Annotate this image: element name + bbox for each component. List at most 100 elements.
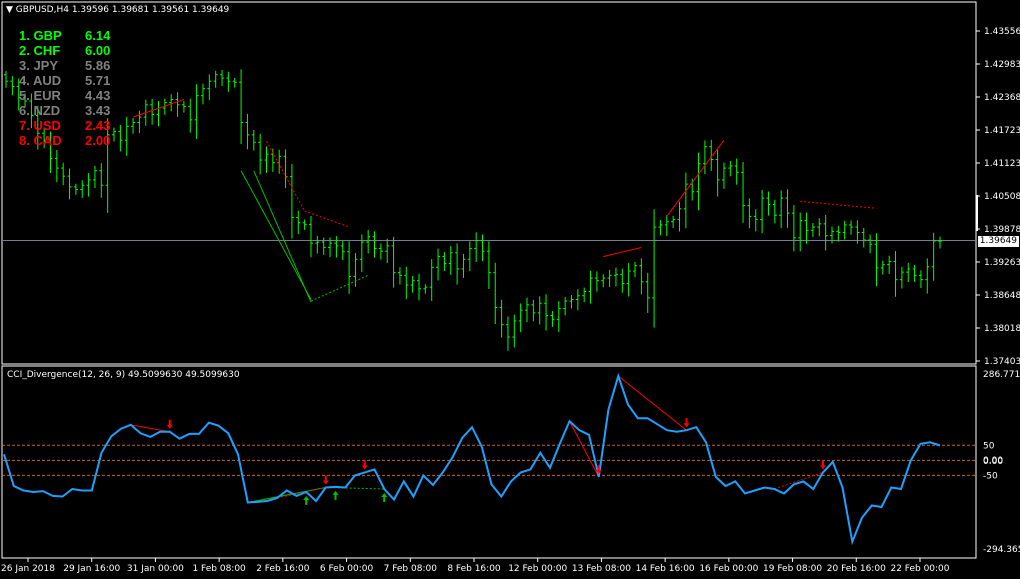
arrow-down-icon [322, 475, 329, 485]
price-bar [823, 214, 828, 251]
indicator-pane-frame [1, 365, 977, 559]
time-tick-label: 20 Feb 16:00 [827, 564, 886, 574]
price-bar [118, 124, 123, 152]
price-bar [258, 133, 263, 175]
bullish-divergence-line [240, 170, 312, 300]
time-axis: 26 Jan 2018 29 Jan 16:00 31 Jan 00:00 1 Feb… [1, 558, 950, 574]
price-bar [575, 289, 580, 311]
price-bar [671, 215, 676, 229]
cci-bearish-divergence [569, 420, 600, 478]
price-bar [588, 270, 593, 304]
price-bar [461, 253, 466, 278]
price-bar [938, 236, 942, 249]
price-bar [207, 74, 212, 101]
time-tick-label: 14 Feb 16:00 [636, 564, 695, 574]
price-tick-label: 1.41723 [984, 126, 1020, 136]
strength-value: 6.00 [85, 43, 111, 58]
chart-canvas[interactable]: 1.43556 1.42983 1.42368 1.41723 1.41123 1.405… [0, 0, 1020, 579]
price-bar [239, 69, 244, 145]
price-bar [594, 271, 599, 292]
time-tick-label: 8 Feb 16:00 [447, 564, 501, 574]
price-bar [124, 116, 129, 156]
price-bar [442, 252, 447, 271]
price-bar [150, 98, 155, 125]
price-divergence-lines [132, 98, 877, 303]
price-bar [99, 163, 104, 198]
price-bar [200, 83, 205, 105]
price-tick-label: 1.42368 [984, 93, 1020, 103]
indicator-tick-label: 50 [983, 441, 995, 451]
price-tick-label: 1.39878 [984, 225, 1020, 235]
price-bar [505, 316, 510, 351]
price-bar [715, 149, 720, 197]
price-tick-label: 1.40508 [984, 192, 1020, 202]
arrow-up-icon [332, 490, 339, 500]
price-tick-label: 1.42983 [984, 60, 1020, 70]
symbol-header[interactable]: ▼ GBPUSD,H4 1.39596 1.39681 1.39561 1.39… [6, 5, 229, 15]
strength-value: 6.14 [85, 28, 111, 43]
price-bar [645, 272, 650, 313]
strength-row: 5. EUR 4.43 [19, 88, 110, 103]
price-bar [785, 189, 790, 228]
price-bar [633, 261, 638, 278]
price-bar [652, 209, 657, 328]
price-bar [518, 303, 523, 333]
cci-line [3, 372, 941, 546]
price-bar [734, 158, 739, 185]
price-bar [899, 266, 904, 289]
price-bar [359, 234, 364, 273]
price-bar [245, 113, 250, 150]
price-bar [537, 296, 542, 325]
strength-currency: 6. NZD [19, 103, 61, 118]
time-tick-label: 31 Jan 00:00 [127, 564, 184, 574]
price-bar [582, 287, 587, 303]
price-bar [677, 201, 682, 232]
price-bar [169, 94, 174, 112]
strength-row: 6. NZD 3.43 [19, 103, 110, 118]
time-tick-label: 22 Feb 00:00 [890, 564, 949, 574]
indicator-tick-label: -294.3655 [983, 545, 1020, 555]
price-bar [92, 165, 97, 189]
price-bar [226, 71, 231, 92]
price-bar [493, 262, 498, 325]
time-tick-label: 19 Feb 08:00 [763, 564, 822, 574]
price-bar [277, 149, 282, 174]
price-bar [931, 232, 936, 281]
price-bar [887, 255, 892, 274]
strength-row: 7. USD 2.43 [19, 118, 110, 133]
price-bar [80, 180, 85, 198]
strength-value: 2.43 [85, 118, 111, 133]
price-bar [512, 314, 517, 348]
current-price-tag: 1.39649 [978, 235, 1019, 247]
price-bar [791, 204, 796, 252]
indicator-tick-label: 286.7715 [983, 370, 1020, 380]
strength-currency: 3. JPY [19, 58, 59, 73]
price-bar [61, 162, 66, 186]
price-bar [73, 183, 78, 195]
price-bar [753, 209, 758, 232]
price-bar [918, 270, 923, 289]
price-bar [315, 235, 320, 254]
price-bar [721, 162, 726, 189]
dropdown-arrow-icon[interactable]: ▼ [6, 5, 13, 15]
time-tick-label: 1 Feb 08:00 [192, 564, 246, 574]
bearish-divergence-line [666, 139, 725, 217]
time-tick-label: 7 Feb 08:00 [384, 564, 438, 574]
price-bar [486, 241, 491, 289]
bullish-divergence-line [310, 274, 369, 302]
price-bar [772, 199, 777, 224]
price-bar [423, 284, 428, 294]
price-tick-label: 1.43556 [984, 27, 1020, 37]
price-bar [289, 163, 294, 239]
price-axis: 1.43556 1.42983 1.42368 1.41723 1.41123 1.405… [976, 27, 1020, 367]
price-bar [912, 264, 917, 282]
symbol-ohlc-text: GBPUSD,H4 1.39596 1.39681 1.39561 1.3964… [15, 5, 230, 15]
strength-value: 2.00 [85, 133, 111, 148]
price-bar [760, 189, 765, 234]
indicator-tick-label: -50 [983, 471, 998, 481]
bearish-divergence-line [800, 200, 877, 209]
indicator-axis: 286.7715500.000.00-50-294.3655 [983, 370, 1020, 555]
time-tick-label: 13 Feb 08:00 [572, 564, 631, 574]
price-bar [804, 212, 809, 244]
scrollbar-thumb[interactable] [976, 195, 978, 231]
